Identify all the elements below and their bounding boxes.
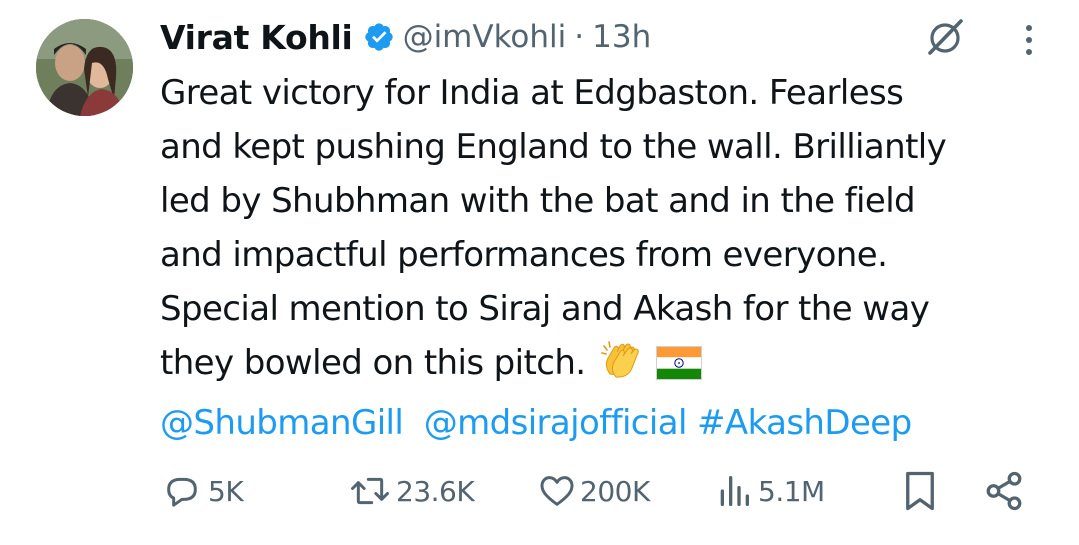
tweet-header: Virat Kohli @imVkohli · 13h <box>160 12 651 62</box>
verified-badge-icon <box>363 21 395 53</box>
author-handle[interactable]: @imVkohli <box>403 19 567 55</box>
more-options-icon[interactable] <box>1014 20 1044 60</box>
repost-button[interactable]: 23.6K <box>346 466 475 516</box>
reply-icon <box>162 471 202 511</box>
reply-button[interactable]: 5K <box>162 466 244 516</box>
share-icon <box>982 470 1026 512</box>
tweet-line: Great victory for India at Edgbaston. Fe… <box>160 73 904 113</box>
views-chart-icon <box>716 471 752 511</box>
hashtag-akashdeep[interactable]: #AkashDeep <box>697 403 912 443</box>
author-name[interactable]: Virat Kohli <box>160 18 353 57</box>
tweet-line: led by Shubhman with the bat and in the … <box>160 181 916 221</box>
tweet-line-last: they bowled on this pitch. <box>160 336 1060 396</box>
mention-mdsirajofficial[interactable]: @mdsirajofficial <box>424 403 688 443</box>
views-count: 5.1M <box>758 474 825 508</box>
tweet-text: Great victory for India at Edgbaston. Fe… <box>160 66 1060 450</box>
avatar[interactable] <box>36 19 133 116</box>
tweet-line: and impactful performances from everyone… <box>160 235 888 275</box>
tweet-mentions-line: @ShubmanGill @mdsirajofficial #AkashDeep <box>160 396 1060 450</box>
repost-count: 23.6K <box>396 474 475 508</box>
heart-icon <box>536 471 578 511</box>
like-button[interactable]: 200K <box>536 466 650 516</box>
tweet-line: they bowled on this pitch. <box>160 343 586 383</box>
like-count: 200K <box>580 474 650 508</box>
mention-shubmangill[interactable]: @ShubmanGill <box>160 403 404 443</box>
action-bar: 5K 23.6K 200K 5.1M <box>160 466 1040 516</box>
clapping-hands-icon <box>600 340 642 396</box>
bookmark-icon <box>902 470 938 512</box>
tweet-line: Special mention to Siraj and Akash for t… <box>160 289 930 329</box>
tweet-line: and kept pushing England to the wall. Br… <box>160 127 947 167</box>
bookmark-button[interactable] <box>902 466 938 516</box>
grok-icon[interactable] <box>924 16 966 58</box>
india-flag-icon <box>655 342 702 396</box>
share-button[interactable] <box>982 466 1026 516</box>
repost-icon <box>346 471 394 511</box>
tweet-time[interactable]: 13h <box>592 19 651 55</box>
separator-dot: · <box>574 19 585 55</box>
views-button[interactable]: 5.1M <box>716 466 825 516</box>
reply-count: 5K <box>208 474 244 508</box>
